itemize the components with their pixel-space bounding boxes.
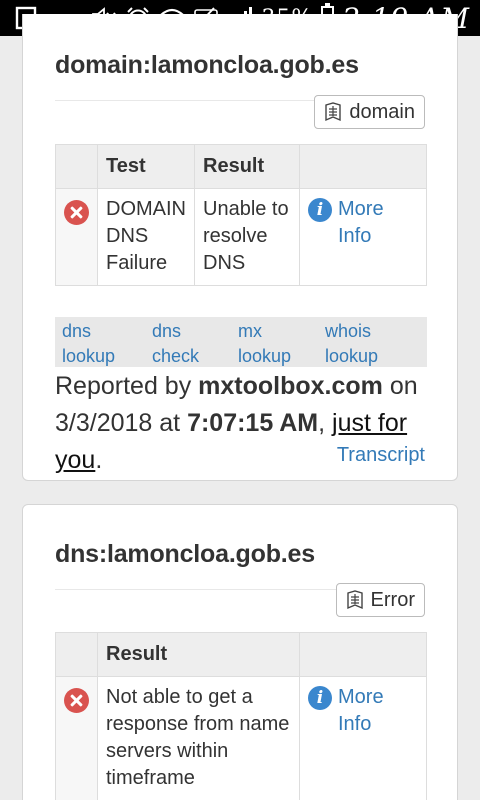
card-title: dns:lamoncloa.gob.es bbox=[55, 540, 315, 568]
report-end: . bbox=[95, 446, 103, 474]
tag-label: Error bbox=[370, 588, 415, 611]
table-row: Not able to get a response from name ser… bbox=[55, 676, 427, 800]
whois-lookup-link[interactable]: whois lookup bbox=[325, 319, 395, 369]
header-result: Result bbox=[194, 144, 300, 189]
link-cell: i More Info bbox=[299, 676, 427, 800]
transcript-link[interactable]: Transcript bbox=[337, 444, 425, 467]
header-icon-col bbox=[55, 144, 98, 189]
link-cell: i More Info bbox=[299, 188, 427, 286]
info-icon: i bbox=[308, 198, 332, 222]
mx-lookup-link[interactable]: mx lookup bbox=[238, 319, 308, 369]
lookup-links: dns lookup dns check mx lookup whois loo… bbox=[55, 317, 427, 367]
test-cell: DOMAIN DNS Failure bbox=[97, 188, 195, 286]
tag-label: domain bbox=[349, 100, 415, 123]
table-header: Result bbox=[55, 632, 427, 677]
more-info-link[interactable]: i More Info bbox=[308, 196, 418, 250]
more-info-label: More Info bbox=[338, 686, 384, 735]
report-prefix: Reported by bbox=[55, 372, 199, 400]
more-info-link[interactable]: i More Info bbox=[308, 684, 418, 738]
dns-check-link[interactable]: dns check bbox=[152, 319, 222, 369]
report-comma: , bbox=[318, 409, 333, 437]
tag-icon bbox=[346, 590, 363, 610]
domain-result-card: domain:lamoncloa.gob.es domain Test Resu… bbox=[22, 14, 458, 481]
header-link-col bbox=[299, 144, 427, 189]
error-icon bbox=[64, 200, 89, 225]
result-cell: Unable to resolve DNS bbox=[194, 188, 300, 286]
header-test: Test bbox=[97, 144, 195, 189]
header-result: Result bbox=[97, 632, 300, 677]
table-row: DOMAIN DNS Failure Unable to resolve DNS… bbox=[55, 188, 427, 286]
card-title: domain:lamoncloa.gob.es bbox=[55, 51, 359, 79]
status-cell bbox=[55, 188, 98, 286]
more-info-label: More Info bbox=[338, 198, 384, 247]
report-site: mxtoolbox.com bbox=[198, 372, 383, 400]
info-icon: i bbox=[308, 686, 332, 710]
report-time: 7:07:15 AM bbox=[187, 409, 319, 437]
report-on: on bbox=[382, 372, 418, 400]
dns-lookup-link[interactable]: dns lookup bbox=[62, 319, 132, 369]
header-icon-col bbox=[55, 632, 98, 677]
results-table: Result Not able to get a response from n… bbox=[55, 632, 427, 800]
tag-icon bbox=[325, 102, 342, 122]
results-table: Test Result DOMAIN DNS Failure Unable to… bbox=[55, 144, 427, 286]
domain-tag-button[interactable]: domain bbox=[314, 95, 425, 129]
result-cell: Not able to get a response from name ser… bbox=[97, 676, 300, 800]
report-date: 3/3/2018 at bbox=[55, 409, 188, 437]
dns-result-card: dns:lamoncloa.gob.es Error Result Not ab… bbox=[22, 504, 458, 800]
error-icon bbox=[64, 688, 89, 713]
table-header: Test Result bbox=[55, 144, 427, 189]
header-link-col bbox=[299, 632, 427, 677]
error-tag-button[interactable]: Error bbox=[335, 583, 425, 617]
status-cell bbox=[55, 676, 98, 800]
